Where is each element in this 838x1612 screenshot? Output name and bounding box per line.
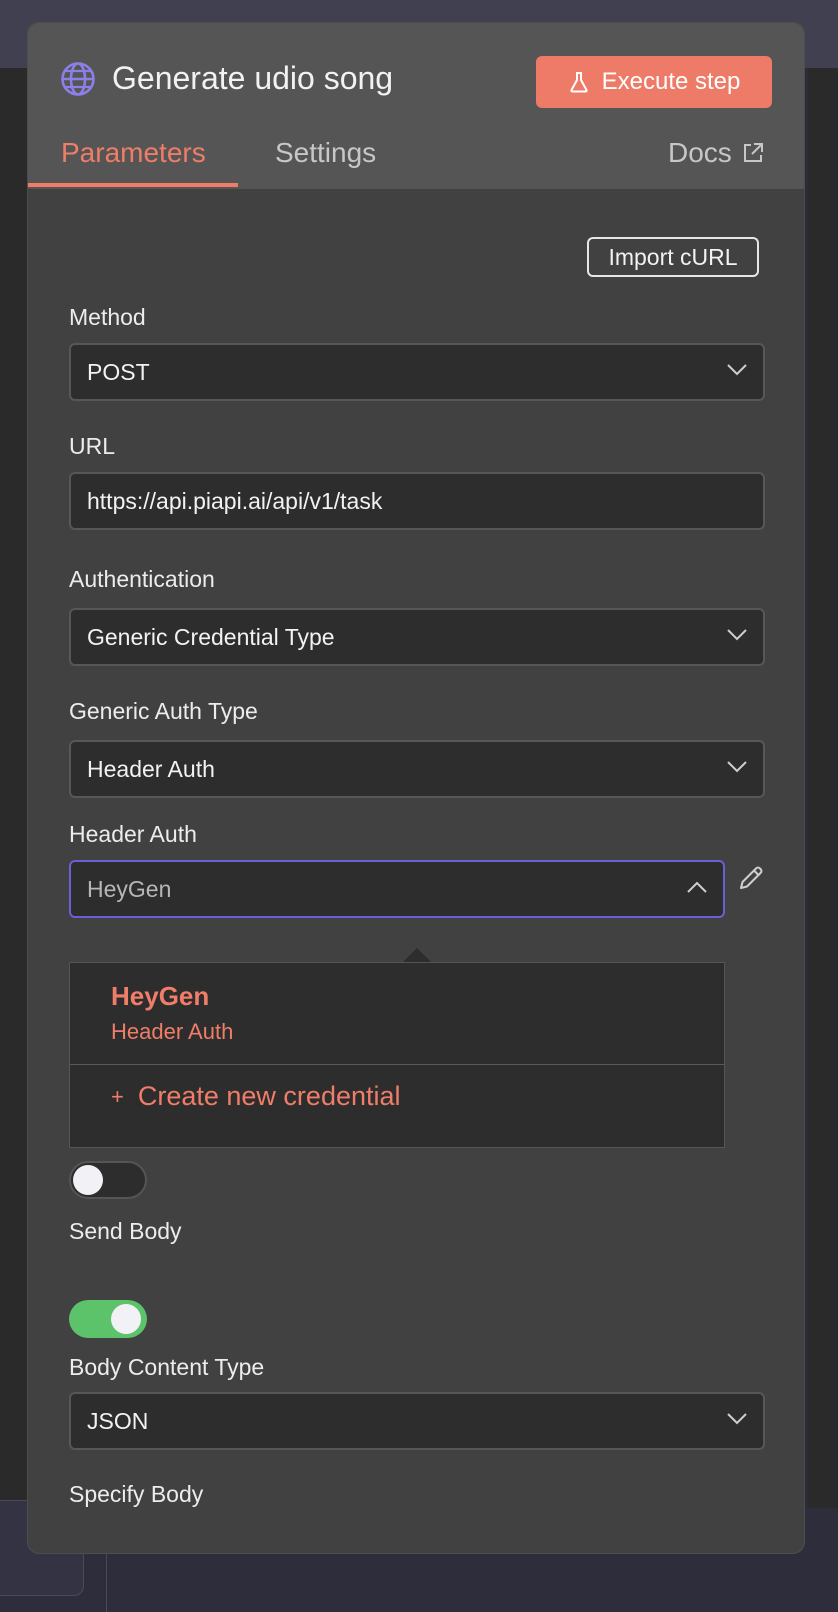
generic-auth-type-select[interactable]: Header Auth [69, 740, 765, 798]
method-select[interactable]: POST [69, 343, 765, 401]
chevron-down-icon [727, 761, 747, 773]
dropdown-divider [70, 1064, 724, 1065]
active-tab-indicator [28, 183, 238, 187]
credential-option-name: HeyGen [111, 981, 210, 1011]
chevron-up-icon [687, 881, 707, 893]
option-toggle[interactable] [69, 1161, 147, 1199]
authentication-value: Generic Credential Type [87, 623, 335, 650]
generic-auth-type-label: Generic Auth Type [69, 698, 258, 724]
toggle-knob [73, 1165, 103, 1195]
header-auth-select[interactable]: HeyGen [69, 860, 725, 918]
external-link-icon [743, 143, 763, 162]
send-body-label: Send Body [69, 1218, 182, 1244]
credential-dropdown: HeyGen Header Auth + Create new credenti… [69, 962, 725, 1148]
node-title[interactable]: Generate udio song [112, 60, 393, 97]
globe-icon [61, 62, 95, 96]
method-label: Method [69, 304, 146, 330]
body-content-type-select[interactable]: JSON [69, 1392, 765, 1450]
url-input[interactable]: https://api.piapi.ai/api/v1/task [69, 472, 765, 530]
edit-credential-pencil-icon[interactable] [736, 863, 766, 893]
flask-icon [570, 72, 588, 93]
chevron-down-icon [727, 364, 747, 376]
tab-settings[interactable]: Settings [275, 137, 376, 169]
chevron-down-icon [727, 1413, 747, 1425]
import-curl-button[interactable]: Import cURL [587, 237, 759, 277]
execute-step-label: Execute step [601, 68, 741, 95]
method-value: POST [87, 358, 150, 385]
create-new-credential-label: Create new credential [137, 1081, 401, 1111]
specify-body-label: Specify Body [69, 1481, 204, 1507]
send-body-toggle[interactable] [69, 1300, 147, 1338]
dropdown-pointer [403, 948, 431, 962]
header-auth-label: Header Auth [69, 821, 197, 847]
url-label: URL [69, 433, 116, 459]
canvas-right-strip [808, 68, 838, 1508]
authentication-select[interactable]: Generic Credential Type [69, 608, 765, 666]
panel-header: Generate udio song Execute step Paramete… [28, 23, 804, 189]
body-content-type-value: JSON [87, 1407, 149, 1434]
credential-option-heygen[interactable]: HeyGen Header Auth [70, 963, 724, 1065]
node-settings-panel: Generate udio song Execute step Paramete… [27, 22, 805, 1554]
authentication-label: Authentication [69, 566, 215, 592]
credential-option-type: Header Auth [111, 1019, 234, 1044]
docs-label: Docs [668, 137, 732, 168]
toggle-knob [111, 1304, 141, 1334]
chevron-down-icon [727, 629, 747, 641]
canvas-left-strip [0, 68, 30, 1508]
execute-step-button[interactable]: Execute step [536, 56, 772, 108]
tab-parameters[interactable]: Parameters [61, 137, 206, 169]
header-auth-value: HeyGen [87, 875, 172, 902]
generic-auth-type-value: Header Auth [87, 755, 215, 782]
docs-link[interactable]: Docs [668, 137, 764, 169]
url-value: https://api.piapi.ai/api/v1/task [87, 487, 383, 514]
create-new-credential-button[interactable]: + Create new credential [111, 1081, 401, 1112]
plus-icon: + [111, 1083, 124, 1109]
body-content-type-label: Body Content Type [69, 1354, 265, 1380]
